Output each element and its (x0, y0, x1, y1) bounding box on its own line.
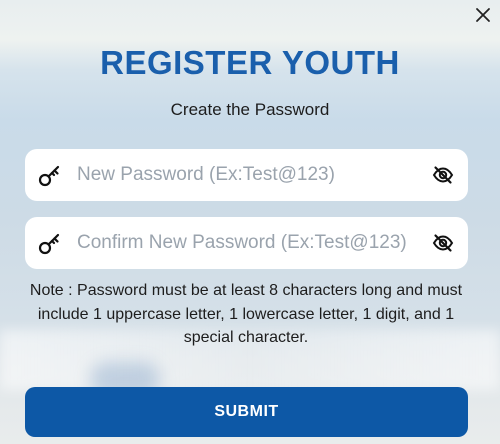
password-requirements-note: Note : Password must be at least 8 chara… (29, 282, 463, 346)
eye-slash-icon[interactable] (432, 232, 454, 254)
page-subtitle: Create the Password (170, 100, 330, 119)
submit-button[interactable]: SUBMIT (25, 387, 468, 437)
key-icon (38, 165, 60, 187)
eye-slash-icon[interactable] (432, 164, 454, 186)
close-icon[interactable] (474, 6, 492, 24)
key-icon (38, 233, 60, 255)
confirm-password-input[interactable] (77, 217, 417, 269)
confirm-password-field[interactable] (25, 217, 468, 269)
page-title: REGISTER YOUTH (100, 44, 400, 81)
new-password-input[interactable] (77, 149, 417, 201)
new-password-field[interactable] (25, 149, 468, 201)
